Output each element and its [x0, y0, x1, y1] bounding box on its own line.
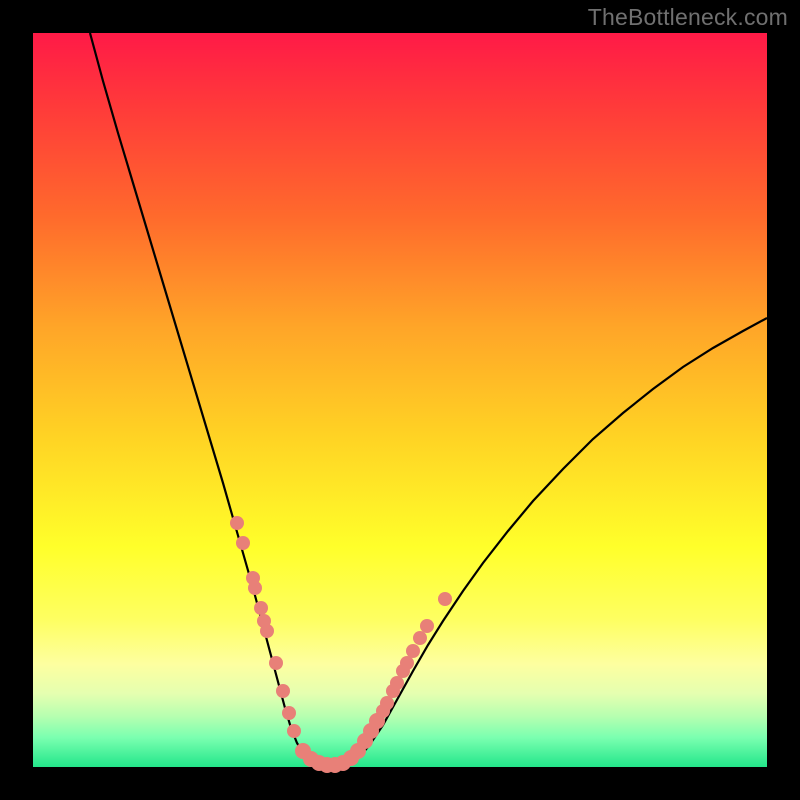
marker-dot: [390, 676, 404, 690]
marker-dot: [269, 656, 283, 670]
marker-dot: [438, 592, 452, 606]
marker-dot: [248, 581, 262, 595]
plot-area: [33, 33, 767, 767]
marker-dot: [400, 656, 414, 670]
marker-dot: [287, 724, 301, 738]
markers-group: [230, 516, 452, 773]
marker-dot: [380, 696, 394, 710]
marker-dot: [420, 619, 434, 633]
marker-dot: [230, 516, 244, 530]
marker-dot: [413, 631, 427, 645]
watermark-text: TheBottleneck.com: [588, 4, 788, 31]
marker-dot: [282, 706, 296, 720]
chart-frame: TheBottleneck.com: [0, 0, 800, 800]
marker-dot: [254, 601, 268, 615]
chart-svg: [33, 33, 767, 767]
marker-dot: [260, 624, 274, 638]
bottleneck-curve: [90, 33, 767, 767]
marker-dot: [236, 536, 250, 550]
marker-dot: [276, 684, 290, 698]
marker-dot: [406, 644, 420, 658]
